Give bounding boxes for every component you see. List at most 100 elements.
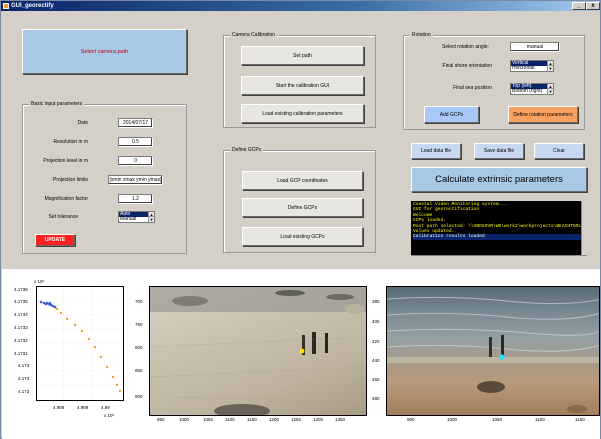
start-calibration-gui-button[interactable]: Start the calibration GUI [241,76,364,95]
left-image-y-tick: 900 [135,394,143,399]
right-image-y-tick: 440 [372,358,380,363]
tolerance-label: Set tolerance [48,214,78,220]
basic-input-panel-title: Basic input parameters [29,101,85,107]
scatter-y-tick: 4.1732 [14,338,28,343]
right-image-x-tick: 1050 [492,417,503,422]
left-image-x-tick: 1000 [179,417,190,422]
scatter-y-tick: 4.1734 [14,312,28,317]
clear-button[interactable]: Clear [534,143,584,159]
sea-position-label: Final sea position [453,85,492,91]
magnification-input[interactable]: 1.2 [118,194,153,204]
rotation-angle-label: Select rotation angle: [442,44,489,50]
projection-limits-input[interactable]: [xmin xmax ymin ymax] [108,175,163,185]
calculate-extrinsic-parameters-button[interactable]: Calculate extrinsic parameters [411,167,587,192]
define-gcps-panel-title: Define GCPs [230,147,264,153]
load-calibration-parameters-button[interactable]: Load existing calibration parameters [241,104,364,123]
define-gcps-panel: Define GCPs Load GCP coordinates Define … [223,147,376,253]
status-console: Coastal Video Monitoring system... GUI f… [411,201,587,261]
console-vertical-scrollbar[interactable] [581,201,587,255]
right-image-y-tick: 480 [372,396,380,401]
main-window: GUI_georectify _ x Select camera path Ba… [0,0,601,439]
projection-limits-label: Projection limits [52,177,88,183]
save-data-file-button[interactable]: Save data file [474,143,524,159]
scatter-x-exponent: x 10⁵ [104,413,115,418]
left-image-x-tick: 1150 [247,417,257,422]
right-image-y-tick: 460 [372,377,380,382]
scatter-y-tick: 4.173 [18,389,30,394]
sea-photo-icon [387,296,599,413]
scatter-y-exponent: x 10⁶ [34,279,45,284]
sea-position-listbox[interactable]: Top (left) Bottom (right) ▲ ▼ [510,83,554,95]
scatter-x-tick: 4.988 [53,405,65,410]
shore-scrollbar[interactable]: ▲ ▼ [547,61,553,71]
camera-calibration-panel-title: Camera Calibration [230,32,278,38]
scatter-x-tick: 4.989 [77,405,89,410]
magnification-label: Magnification factor [44,196,88,202]
set-path-button[interactable]: Set path [241,46,364,65]
scroll-down-icon[interactable]: ▼ [548,89,553,94]
load-existing-gcps-button[interactable]: Load existing GCPs [242,227,363,246]
date-label: Date [77,120,88,126]
minimize-button[interactable]: _ [572,2,586,10]
resolution-label: Resolution in m [53,139,88,145]
resolution-input[interactable]: 0.5 [118,137,153,147]
left-image-y-tick: 800 [135,345,143,350]
scatter-x-tick: 4.99 [101,405,110,410]
app-icon [3,3,9,9]
left-image-x-tick: 1100 [225,417,235,422]
load-data-file-button[interactable]: Load data file [411,143,461,159]
left-image-x-tick: 1050 [203,417,214,422]
projection-level-input[interactable]: 0 [118,156,153,166]
update-button[interactable]: UPDATE [35,234,75,246]
right-image-x-tick: 1100 [535,417,545,422]
rotation-panel-title: Rotation [410,32,433,38]
scatter-points [37,287,123,400]
tolerance-listbox[interactable]: Auto Manual ▲ ▼ [118,211,155,223]
scroll-down-icon[interactable]: ▼ [149,217,154,222]
right-image-y-tick: 380 [372,299,380,304]
left-image-x-tick: 1200 [269,417,280,422]
left-image-y-tick: 850 [135,368,143,373]
beach-image-plot[interactable] [149,286,367,416]
sea-scrollbar[interactable]: ▲ ▼ [547,84,553,94]
add-gcps-button[interactable]: Add GCPs [424,106,479,123]
left-image-x-tick: 1250 [291,417,302,422]
left-image-x-tick: 1300 [313,417,324,422]
select-camera-path-button[interactable]: Select camera path [22,29,187,74]
gcp-scatter-plot[interactable] [36,286,124,401]
console-line: Calibration results loaded [413,234,585,240]
title-bar: GUI_georectify _ x [1,1,600,11]
sea-image-plot[interactable] [386,286,600,416]
define-gcps-button[interactable]: Define GCPs [242,198,363,217]
camera-calibration-panel: Camera Calibration Set path Start the ca… [223,32,376,128]
left-image-x-tick: 1350 [335,417,346,422]
scatter-y-tick: 4.1731 [14,351,28,356]
define-rotation-parameters-button[interactable]: Define rotation parameters [508,106,578,123]
close-button[interactable]: x [586,2,600,10]
right-image-x-tick: 1150 [575,417,585,422]
left-image-x-tick: 950 [157,417,165,422]
scatter-y-tick: 4.1735 [14,299,28,304]
tolerance-scrollbar[interactable]: ▲ ▼ [148,212,154,222]
scatter-y-tick: 4.173 [18,376,30,381]
right-image-x-tick: 950 [407,417,415,422]
rotation-panel: Rotation Select rotation angle: manual F… [403,32,585,130]
left-image-y-tick: 700 [135,299,143,304]
rotation-angle-input[interactable]: manual [510,42,560,52]
left-image-y-tick: 750 [135,322,143,327]
projection-level-label: Projection level in m [43,158,88,164]
scatter-y-tick: 4.1736 [14,287,28,292]
load-gcp-coordinates-button[interactable]: Load GCP coordinates [242,171,363,190]
shore-orientation-listbox[interactable]: Vertical Horizontal ▲ ▼ [510,60,554,72]
console-horizontal-scrollbar[interactable] [411,255,587,261]
scroll-down-icon[interactable]: ▼ [548,66,553,71]
scatter-y-tick: 4.1733 [14,325,28,330]
right-image-x-tick: 1000 [447,417,458,422]
window-title: GUI_georectify [11,3,54,9]
beach-photo-icon [150,287,366,415]
right-image-y-tick: 420 [372,339,380,344]
date-input[interactable]: 2014/07/17 [118,118,153,128]
scatter-y-tick: 4.173 [18,363,30,368]
right-image-y-tick: 400 [372,319,380,324]
shore-orientation-label: Final shore orientation [442,63,492,69]
